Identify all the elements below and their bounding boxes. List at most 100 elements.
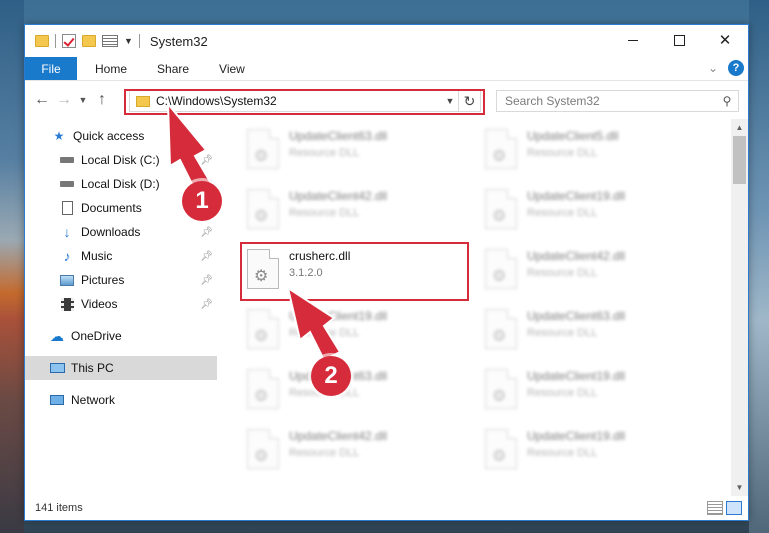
pin-icon[interactable]: 📌︎: [200, 227, 213, 238]
customize-toolbar-chevron-icon[interactable]: ▼: [124, 36, 133, 46]
pin-icon[interactable]: 📌︎: [200, 299, 213, 310]
toolbar-divider: [138, 34, 140, 48]
videos-icon: [59, 297, 75, 311]
pin-icon[interactable]: 📌︎: [200, 251, 213, 262]
sidebar-item-label: Local Disk (D:): [81, 177, 160, 191]
list-item[interactable]: ⚙ UpdateClient42.dll Resource DLL: [241, 183, 477, 235]
list-item[interactable]: ⚙ UpdateClient19.dll Resource DLL: [479, 183, 715, 235]
details-view-icon[interactable]: [707, 501, 723, 515]
status-bar: 141 items: [25, 496, 748, 520]
navigation-pane: ★ Quick access Local Disk (C:) 📌︎ Local …: [25, 119, 217, 496]
file-name: UpdateClient42.dll: [289, 429, 388, 443]
sidebar-item-label: This PC: [71, 361, 114, 375]
file-name: UpdateClient63.dll: [289, 129, 388, 143]
minimize-button[interactable]: [610, 25, 656, 55]
file-description: Resource DLL: [527, 327, 598, 339]
sidebar-item-label: Quick access: [73, 129, 145, 143]
back-arrow-icon[interactable]: ←: [31, 91, 53, 109]
list-item[interactable]: ⚙ UpdateClient42.dll Resource DLL: [479, 243, 715, 295]
tab-home[interactable]: Home: [77, 57, 142, 80]
up-arrow-icon[interactable]: ↑: [91, 91, 113, 109]
scroll-up-arrow-icon[interactable]: ▲: [731, 119, 748, 136]
file-name: UpdateClient63.dll: [527, 309, 626, 323]
large-icons-view-icon[interactable]: [726, 501, 742, 515]
step-2-badge: 2: [311, 356, 351, 396]
sidebar-item-music[interactable]: ♪ Music 📌︎: [25, 244, 217, 268]
sidebar-item-local-disk-c[interactable]: Local Disk (C:) 📌︎: [25, 148, 217, 172]
file-description: Resource DLL: [527, 387, 598, 399]
music-icon: ♪: [63, 248, 71, 264]
sidebar-item-pictures[interactable]: Pictures 📌︎: [25, 268, 217, 292]
list-item[interactable]: ⚙ UpdateClient63.dllResource DLL: [241, 123, 477, 175]
search-input[interactable]: Search System32: [505, 94, 716, 108]
file-description: Resource DLL: [289, 147, 360, 159]
dll-file-icon: ⚙: [485, 429, 517, 469]
ribbon-tabs: File Home Share View ⌄ ?: [25, 57, 748, 81]
dll-file-icon: ⚙: [247, 369, 279, 409]
file-description: Resource DLL: [289, 327, 360, 339]
vertical-scrollbar[interactable]: ▲ ▼: [731, 119, 748, 496]
search-box[interactable]: Search System32 ⚲: [496, 90, 739, 112]
tab-file[interactable]: File: [25, 57, 77, 80]
sidebar-item-quick-access[interactable]: ★ Quick access: [25, 124, 217, 148]
file-description: Resource DLL: [527, 267, 598, 279]
window-controls: ✕: [610, 25, 748, 55]
sidebar-item-videos[interactable]: Videos 📌︎: [25, 292, 217, 316]
tab-view[interactable]: View: [204, 57, 260, 80]
sidebar-item-label: Local Disk (C:): [81, 153, 160, 167]
properties-check-icon[interactable]: [62, 34, 76, 48]
sidebar-item-this-pc[interactable]: This PC: [25, 356, 217, 380]
close-icon: ✕: [718, 32, 732, 49]
list-item[interactable]: ⚙ UpdateClient19.dll Resource DLL: [479, 363, 715, 415]
folder-icon: [35, 35, 49, 47]
list-item[interactable]: ⚙ UpdateClient42.dll Resource DLL: [241, 423, 477, 475]
dll-file-icon: ⚙: [247, 189, 279, 229]
help-icon[interactable]: ?: [728, 60, 744, 76]
window-title: System32: [149, 33, 208, 49]
sidebar-item-label: Documents: [81, 201, 142, 215]
close-button[interactable]: ✕: [702, 25, 748, 55]
sidebar-item-downloads[interactable]: ↓ Downloads 📌︎: [25, 220, 217, 244]
scroll-down-arrow-icon[interactable]: ▼: [731, 479, 748, 496]
cloud-icon: ☁: [50, 327, 64, 344]
forward-arrow-icon[interactable]: →: [53, 91, 75, 109]
dll-file-icon: ⚙: [485, 309, 517, 349]
new-folder-icon[interactable]: [82, 35, 96, 47]
file-name: UpdateClient42.dll: [289, 189, 388, 203]
quick-access-toolbar: ▼: [35, 34, 140, 48]
tab-share[interactable]: Share: [142, 57, 204, 80]
list-item[interactable]: ⚙ UpdateClient19.dll Resource DLL: [241, 303, 477, 355]
sidebar-item-label: Pictures: [81, 273, 125, 287]
pin-icon[interactable]: 📌︎: [200, 275, 213, 286]
scrollbar-thumb[interactable]: [733, 136, 746, 184]
sidebar-item-onedrive[interactable]: ☁ OneDrive: [25, 324, 217, 348]
list-item[interactable]: ⚙ UpdateClient19.dll Resource DLL: [479, 423, 715, 475]
file-name: UpdateClient19.dll: [289, 309, 388, 323]
documents-icon: [59, 201, 75, 215]
maximize-button[interactable]: [656, 25, 702, 55]
drive-icon: [59, 153, 75, 167]
title-bar[interactable]: ▼ System32 ✕: [25, 25, 748, 57]
sidebar-item-label: Music: [81, 249, 113, 263]
list-item[interactable]: ⚙ UpdateClient63.dll Resource DLL: [479, 303, 715, 355]
view-properties-icon[interactable]: [102, 35, 118, 47]
sidebar-item-label: Downloads: [81, 225, 141, 239]
star-icon: ★: [53, 129, 65, 143]
pin-icon[interactable]: 📌︎: [200, 155, 213, 166]
list-item[interactable]: ⚙ UpdateClient63.dllResource DLL: [241, 363, 477, 415]
dll-file-icon: ⚙: [485, 129, 517, 169]
recent-locations-chevron-icon[interactable]: ▼: [75, 95, 91, 105]
file-description: Resource DLL: [527, 207, 598, 219]
file-name: UpdateClient19.dll: [527, 429, 626, 443]
drive-icon: [59, 177, 75, 191]
search-icon[interactable]: ⚲: [716, 94, 738, 108]
item-count: 141 items: [35, 502, 83, 514]
toolbar-divider: [55, 34, 56, 48]
file-description: Resource DLL: [527, 447, 598, 459]
desktop-wallpaper-right: [749, 0, 769, 533]
expand-ribbon-chevron-icon[interactable]: ⌄: [708, 61, 718, 75]
sidebar-item-network[interactable]: Network: [25, 388, 217, 412]
pc-icon: [49, 361, 65, 375]
pictures-icon: [59, 273, 75, 287]
list-item[interactable]: ⚙ UpdateClient5.dll Resource DLL: [479, 123, 715, 175]
